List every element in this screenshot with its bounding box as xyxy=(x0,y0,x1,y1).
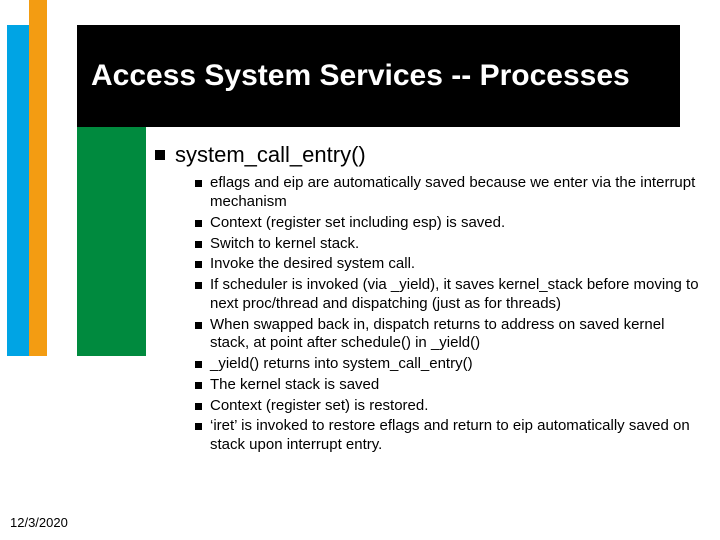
slide: Access System Services -- Processes syst… xyxy=(0,0,720,540)
bullet-list: eflags and eip are automatically saved b… xyxy=(195,174,700,455)
list-item: eflags and eip are automatically saved b… xyxy=(195,174,700,212)
bullet-text: _yield() returns into system_call_entry(… xyxy=(210,355,473,374)
bullet-text: Switch to kernel stack. xyxy=(210,235,359,254)
bullet-text: Context (register set including esp) is … xyxy=(210,214,505,233)
list-item: The kernel stack is saved xyxy=(195,376,700,395)
list-item: When swapped back in, dispatch returns t… xyxy=(195,316,700,354)
bullet-text: eflags and eip are automatically saved b… xyxy=(210,174,700,212)
decor-blue-bar xyxy=(7,25,29,356)
list-item: Invoke the desired system call. xyxy=(195,255,700,274)
slide-heading: system_call_entry() xyxy=(175,142,366,168)
bullet-square-icon xyxy=(195,361,202,368)
decor-orange-bar xyxy=(29,0,47,356)
content-area: system_call_entry() eflags and eip are a… xyxy=(155,142,700,457)
list-item: If scheduler is invoked (via _yield), it… xyxy=(195,276,700,314)
list-item: Switch to kernel stack. xyxy=(195,235,700,254)
bullet-text: Context (register set) is restored. xyxy=(210,397,428,416)
bullet-square-icon xyxy=(195,322,202,329)
bullet-square-icon xyxy=(155,150,165,160)
list-item: Context (register set) is restored. xyxy=(195,397,700,416)
bullet-square-icon xyxy=(195,382,202,389)
bullet-text: Invoke the desired system call. xyxy=(210,255,415,274)
title-block: Access System Services -- Processes xyxy=(77,25,680,127)
list-item: ‘iret’ is invoked to restore eflags and … xyxy=(195,417,700,455)
bullet-square-icon xyxy=(195,403,202,410)
bullet-text: If scheduler is invoked (via _yield), it… xyxy=(210,276,700,314)
list-item: _yield() returns into system_call_entry(… xyxy=(195,355,700,374)
bullet-square-icon xyxy=(195,220,202,227)
list-item: Context (register set including esp) is … xyxy=(195,214,700,233)
date-stamp: 12/3/2020 xyxy=(10,515,68,530)
bullet-text: ‘iret’ is invoked to restore eflags and … xyxy=(210,417,700,455)
bullet-square-icon xyxy=(195,423,202,430)
bullet-square-icon xyxy=(195,180,202,187)
bullet-square-icon xyxy=(195,261,202,268)
heading-row: system_call_entry() xyxy=(155,142,700,168)
bullet-text: When swapped back in, dispatch returns t… xyxy=(210,316,700,354)
bullet-text: The kernel stack is saved xyxy=(210,376,379,395)
slide-title: Access System Services -- Processes xyxy=(91,58,630,94)
bullet-square-icon xyxy=(195,282,202,289)
bullet-square-icon xyxy=(195,241,202,248)
